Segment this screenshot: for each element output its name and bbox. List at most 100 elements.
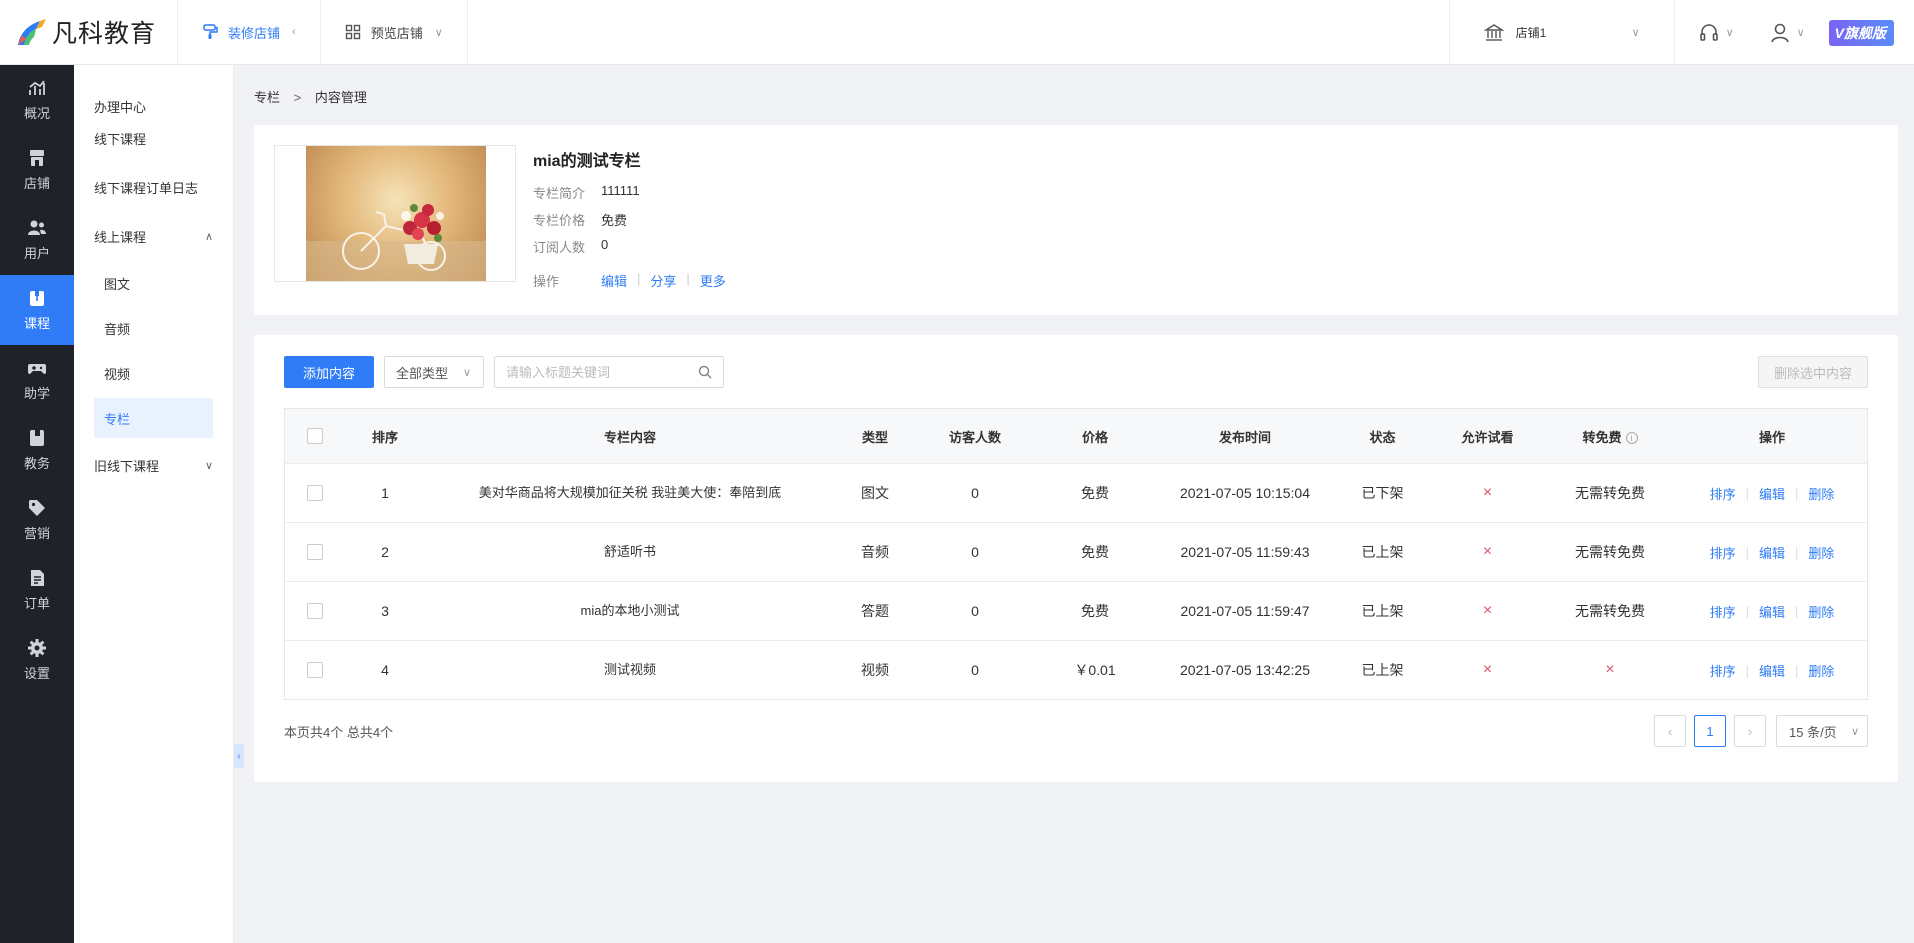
- delete-link[interactable]: 删除: [1808, 543, 1834, 562]
- chevron-down-icon: ∨: [204, 460, 213, 472]
- col-header: 访客人数: [948, 429, 1001, 445]
- prev-page-button[interactable]: ‹: [1654, 715, 1686, 747]
- sub-item-online[interactable]: 线上课程 ∧: [74, 212, 233, 261]
- sort-link[interactable]: 排序: [1710, 484, 1736, 503]
- row-date: 2021-07-05 11:59:47: [1180, 603, 1310, 619]
- nav-label: 教务: [23, 456, 50, 471]
- col-header: 状态: [1369, 429, 1396, 445]
- info-icon[interactable]: i: [1625, 432, 1638, 445]
- row-select-cell: [285, 603, 345, 619]
- chevron-down-icon: ∨: [1850, 725, 1859, 738]
- trial-cross-icon: ×: [1482, 602, 1493, 619]
- edit-link[interactable]: 编辑: [1759, 602, 1785, 621]
- row-type: 图文: [861, 485, 889, 501]
- book-icon: [30, 430, 44, 446]
- column-ops-row: 操作 编辑 | 分享 | 更多: [533, 271, 726, 290]
- tab-preview-store[interactable]: 预览店铺 ∨: [321, 0, 468, 65]
- nav-label: 概况: [23, 106, 50, 121]
- sub-child-column[interactable]: 专栏: [94, 398, 213, 438]
- delete-link[interactable]: 删除: [1808, 602, 1834, 621]
- sub-item-legacy[interactable]: 旧线下课程 ∨: [74, 441, 233, 490]
- edit-link[interactable]: 编辑: [1759, 661, 1785, 680]
- column-title: mia的测试专栏: [533, 153, 641, 170]
- page-number-button[interactable]: 1: [1694, 715, 1726, 747]
- edition-v-icon: V: [1834, 24, 1844, 41]
- chevron-down-icon: ∨: [1631, 27, 1640, 39]
- add-content-button[interactable]: 添加内容: [284, 356, 374, 388]
- delete-selected-button[interactable]: 删除选中内容: [1758, 356, 1868, 388]
- table-row: 3 mia的本地小测试 答题 0 免费 2021-07-05 11:59:47 …: [285, 581, 1867, 640]
- sub-child-audio[interactable]: 音频: [74, 306, 233, 351]
- sort-link[interactable]: 排序: [1710, 543, 1736, 562]
- row-ops: 排序 | 编辑 | 删除: [1675, 484, 1869, 503]
- nav-overview[interactable]: 概况: [0, 65, 74, 135]
- tab-decorate-store[interactable]: 装修店铺 ‹: [178, 0, 321, 65]
- tab-preview-label: 预览店铺: [370, 25, 423, 41]
- sort-link[interactable]: 排序: [1710, 661, 1736, 680]
- table-row: 2 舒适听书 音频 0 免费 2021-07-05 11:59:43 已上架 ×…: [285, 522, 1867, 581]
- row-status: 已上架: [1361, 544, 1404, 560]
- edit-link[interactable]: 编辑: [1759, 484, 1785, 503]
- nav-marketing[interactable]: 营销: [0, 485, 74, 555]
- column-price-row: 专栏价格 免费: [533, 210, 627, 229]
- delete-link[interactable]: 删除: [1808, 484, 1834, 503]
- divider: |: [1745, 485, 1749, 501]
- row-checkbox[interactable]: [307, 603, 323, 619]
- nav-store[interactable]: 店铺: [0, 135, 74, 205]
- sub-item-offline[interactable]: 线下课程: [74, 114, 233, 163]
- row-checkbox[interactable]: [307, 485, 323, 501]
- row-price: 免费: [1081, 544, 1109, 560]
- type-filter-select[interactable]: 全部类型 ∨: [384, 356, 484, 388]
- edit-link[interactable]: 编辑: [1759, 543, 1785, 562]
- row-index: 4: [381, 662, 389, 678]
- row-visitors: 0: [971, 485, 979, 501]
- sub-group-label: 线上课程: [94, 230, 147, 245]
- nav-course[interactable]: 课程: [0, 275, 74, 345]
- edition-badge[interactable]: V旗舰版: [1828, 19, 1894, 46]
- more-column-link[interactable]: 更多: [700, 271, 726, 290]
- sub-child-video[interactable]: 视频: [74, 351, 233, 396]
- next-page-button[interactable]: ›: [1734, 715, 1766, 747]
- delete-link[interactable]: 删除: [1808, 661, 1834, 680]
- ops-label: 操作: [533, 274, 560, 289]
- divider: |: [637, 271, 641, 286]
- sub-child-article[interactable]: 图文: [74, 261, 233, 306]
- page-size-select[interactable]: 15 条/页 ∨: [1776, 715, 1868, 747]
- breadcrumb-current: 内容管理: [314, 90, 367, 105]
- price-value: 免费: [601, 213, 628, 228]
- sort-link[interactable]: 排序: [1710, 602, 1736, 621]
- select-all-checkbox[interactable]: [307, 428, 323, 444]
- nav-academic[interactable]: 教务: [0, 415, 74, 485]
- nav-users[interactable]: 用户: [0, 205, 74, 275]
- row-checkbox[interactable]: [307, 544, 323, 560]
- divider: |: [1795, 603, 1799, 619]
- search-input[interactable]: [494, 356, 724, 388]
- col-header-free: 转免费 i: [1545, 427, 1675, 446]
- row-free: 无需转免费: [1575, 603, 1645, 619]
- sub-item-offline-log[interactable]: 线下课程订单日志: [74, 163, 233, 212]
- user-menu[interactable]: ∨: [1757, 22, 1817, 44]
- brand-logo[interactable]: 凡科教育: [0, 0, 178, 65]
- support-menu[interactable]: ∨: [1675, 22, 1757, 44]
- sub-nav: 办理中心 线下课程 线下课程订单日志 线上课程 ∧ 图文 音频 视频 专栏 旧线…: [74, 65, 234, 943]
- search-icon[interactable]: [698, 365, 712, 379]
- row-free: 无需转免费: [1575, 544, 1645, 560]
- nav-label: 店铺: [23, 176, 50, 191]
- bank-icon: [1483, 23, 1504, 41]
- row-checkbox[interactable]: [307, 662, 323, 678]
- divider: |: [1745, 662, 1749, 678]
- breadcrumb-column[interactable]: 专栏: [254, 90, 280, 105]
- edit-column-link[interactable]: 编辑: [601, 271, 627, 290]
- row-index: 2: [381, 544, 389, 560]
- nav-label: 助学: [23, 386, 50, 401]
- store-selector[interactable]: 店铺1 ∨: [1448, 0, 1675, 65]
- col-header: 类型: [861, 429, 888, 445]
- nav-assist[interactable]: 助学: [0, 345, 74, 415]
- share-column-link[interactable]: 分享: [650, 271, 676, 290]
- divider: |: [1745, 603, 1749, 619]
- headset-icon: [1699, 23, 1718, 41]
- collapse-sidebar-button[interactable]: ‹: [234, 744, 244, 768]
- nav-orders[interactable]: 订单: [0, 555, 74, 625]
- grid-icon: [345, 24, 360, 40]
- nav-settings[interactable]: 设置: [0, 625, 74, 695]
